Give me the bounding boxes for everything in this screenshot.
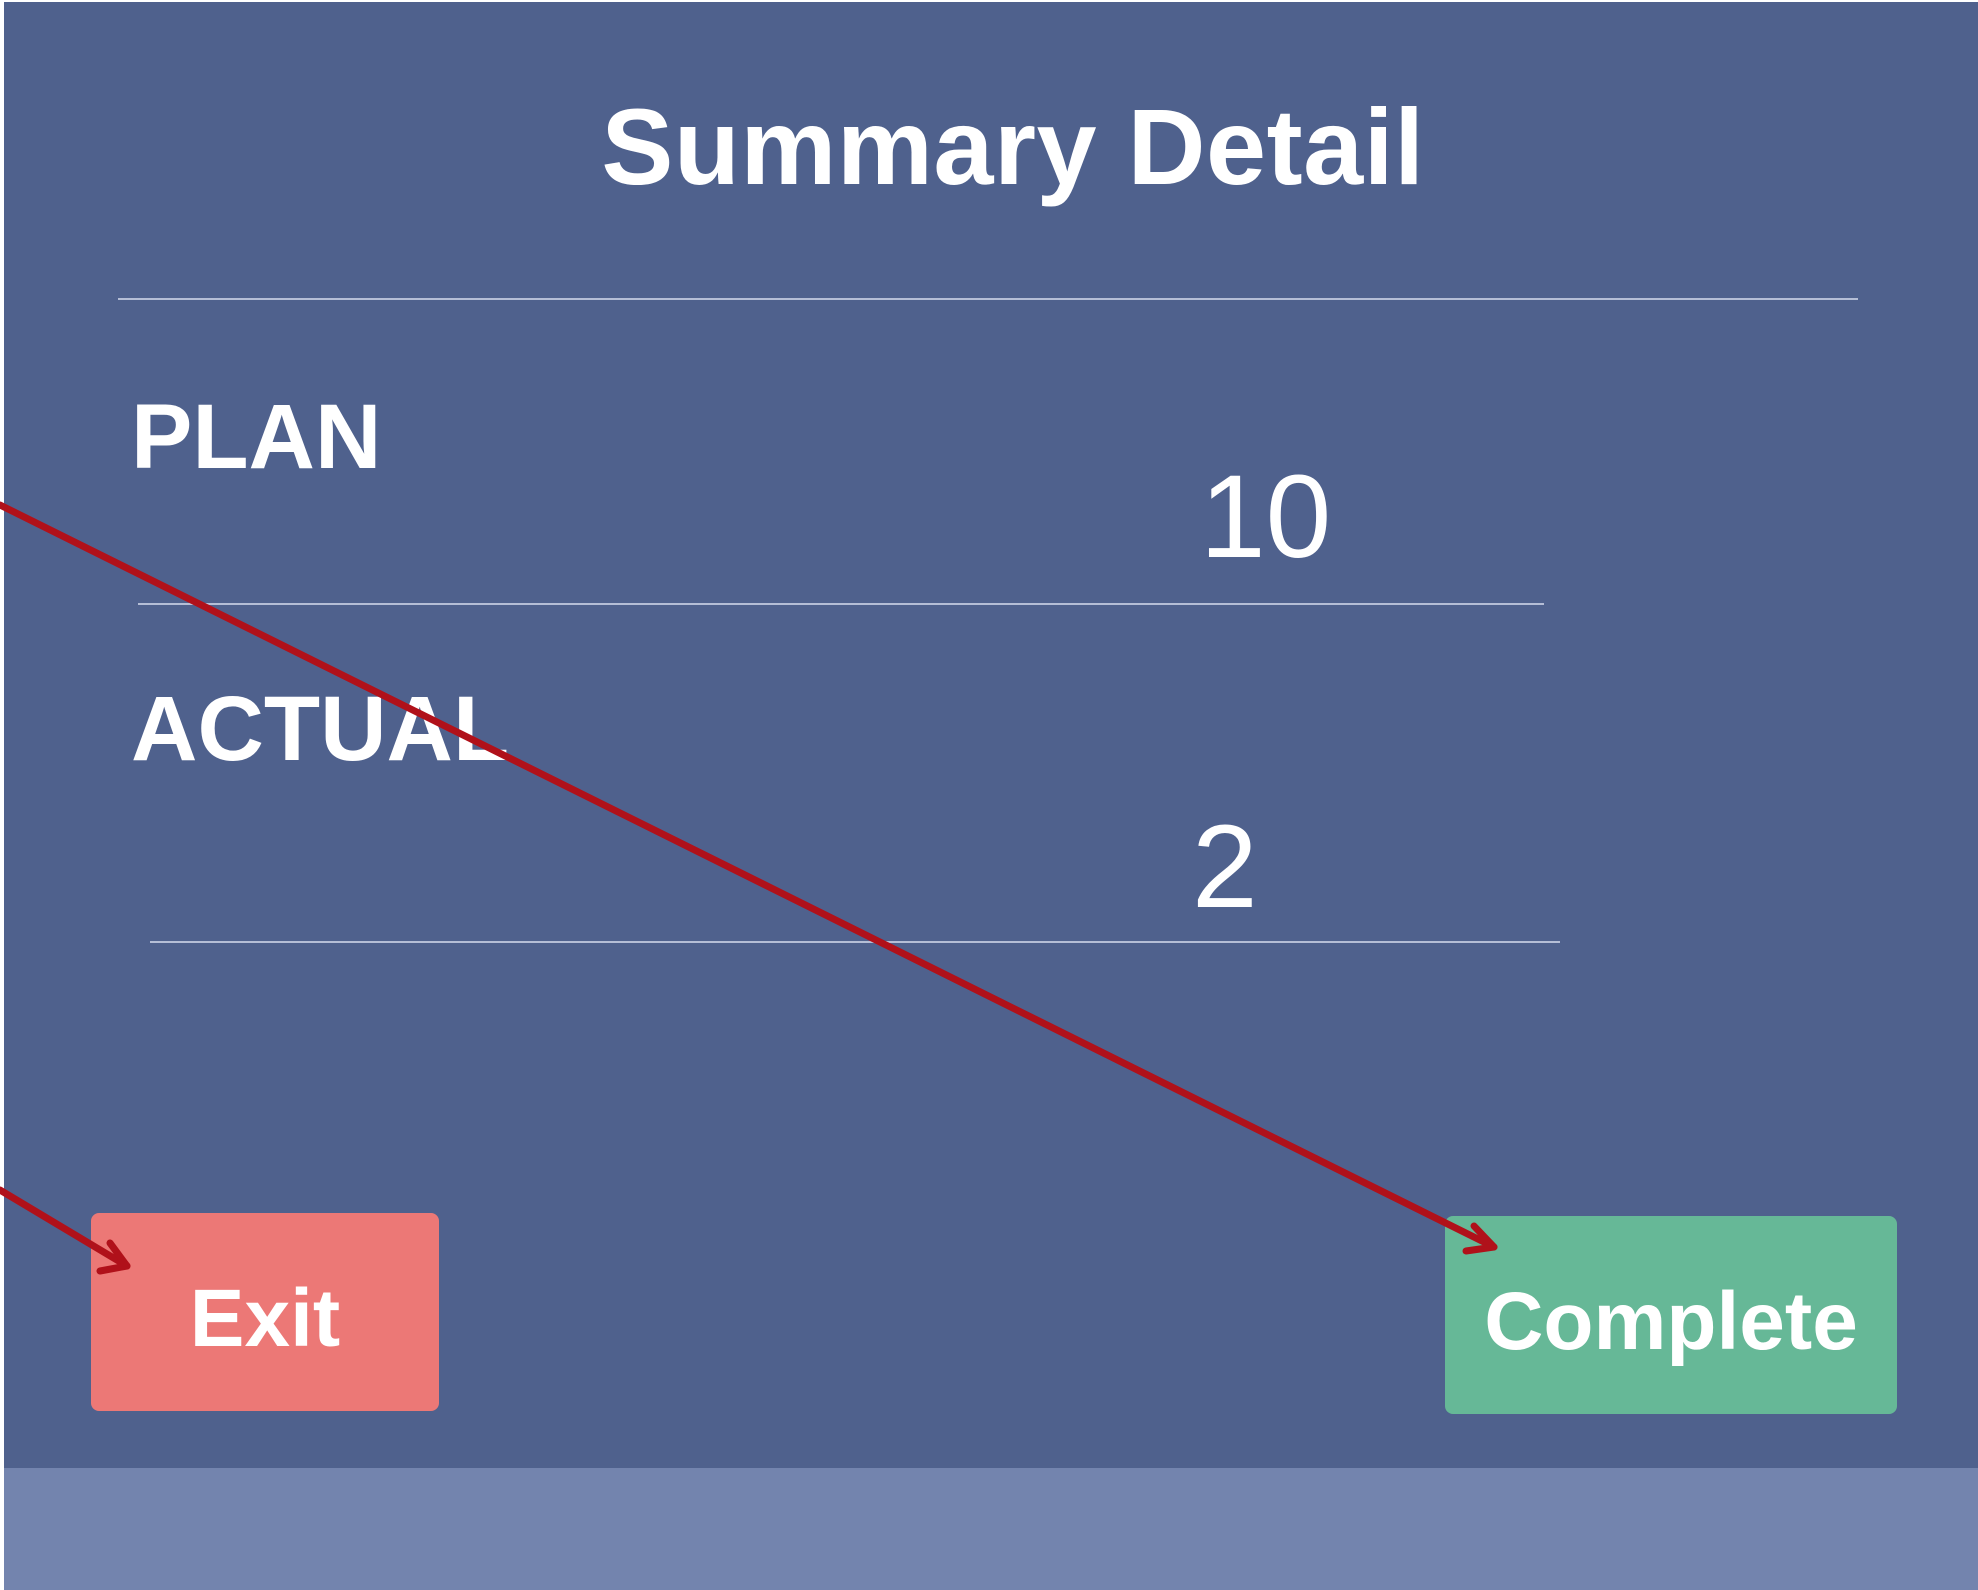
plan-divider: [138, 603, 1544, 605]
page-title: Summary Detail: [601, 86, 1425, 207]
actual-value: 2: [1192, 801, 1258, 933]
complete-button[interactable]: Complete: [1445, 1216, 1897, 1414]
actual-label: ACTUAL: [131, 678, 510, 780]
footer-strip: [4, 1468, 1978, 1590]
title-divider: [118, 298, 1858, 300]
actual-divider: [150, 941, 1560, 943]
exit-button[interactable]: Exit: [91, 1213, 439, 1411]
plan-value: 10: [1200, 451, 1332, 583]
plan-label: PLAN: [131, 386, 382, 488]
summary-detail-screen: Summary Detail PLAN 10 ACTUAL 2 Exit Com…: [0, 0, 1978, 1590]
